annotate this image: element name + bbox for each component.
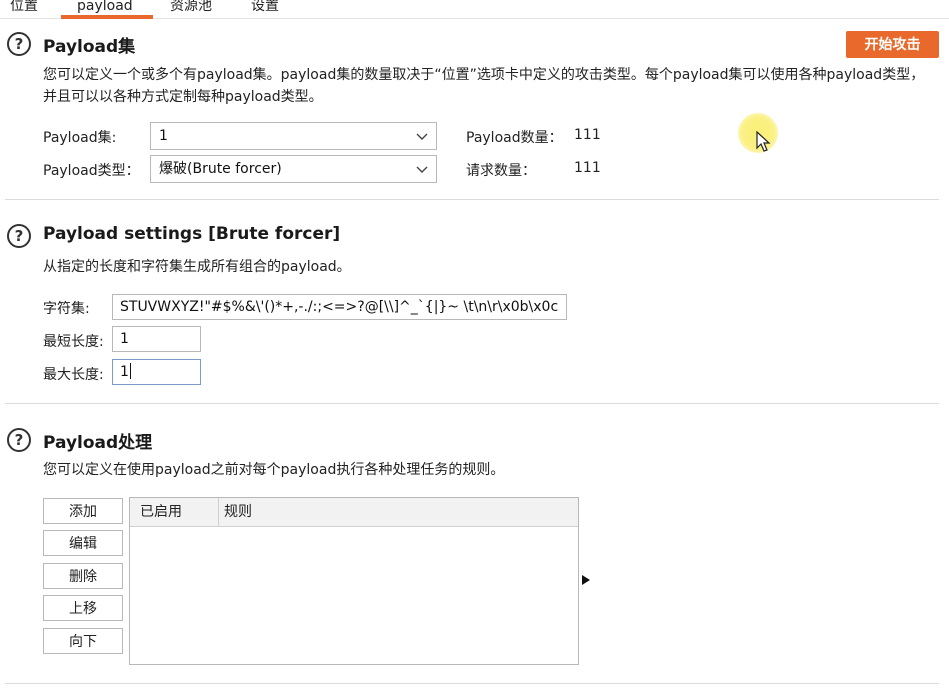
payload-sets-title: Payload集 (43, 37, 136, 57)
payload-set-label: Payload集: (43, 130, 117, 146)
tab-bar: 位置 payload 资源池 设置 (0, 0, 949, 19)
payload-count-value: 111 (574, 127, 601, 143)
payload-processing-description: 您可以定义在使用payload之前对每个payload执行各种处理任务的规则。 (43, 462, 505, 478)
tab-resource-pool[interactable]: 资源池 (170, 0, 212, 17)
payload-type-label: Payload类型： (43, 163, 140, 179)
section-divider (5, 683, 939, 684)
start-attack-button[interactable]: 开始攻击 (846, 31, 939, 58)
payload-set-select[interactable]: 1 (150, 122, 437, 150)
expand-arrow-icon[interactable] (582, 575, 590, 585)
payload-count-label: Payload数量： (466, 130, 563, 146)
payload-type-select[interactable]: 爆破(Brute forcer) (150, 155, 437, 183)
table-header: 已启用 规则 (130, 498, 578, 527)
payload-settings-title: Payload settings [Brute forcer] (43, 224, 341, 244)
column-enabled[interactable]: 已启用 (140, 498, 182, 527)
active-tab-indicator (61, 15, 153, 19)
charset-input[interactable]: STUVWXYZ!"#$%&\'()*+,-./:;<=>?@[\\]^_`{|… (112, 294, 567, 320)
request-count-label: 请求数量： (466, 163, 536, 179)
move-down-button[interactable]: 向下 (43, 628, 123, 654)
min-length-input[interactable]: 1 (112, 326, 201, 352)
help-icon[interactable]: ? (7, 428, 31, 452)
help-icon[interactable]: ? (7, 32, 31, 56)
payload-processing-title: Payload处理 (43, 433, 153, 453)
remove-rule-button[interactable]: 删除 (43, 563, 123, 589)
processing-rules-table[interactable]: 已启用 规则 (129, 497, 579, 665)
max-length-input[interactable]: 1 (112, 359, 201, 385)
column-separator (218, 498, 219, 527)
payload-settings-description: 从指定的长度和字符集生成所有组合的payload。 (43, 259, 351, 275)
mouse-pointer-icon (756, 131, 771, 152)
chevron-down-icon (416, 133, 428, 140)
payload-sets-description: 您可以定义一个或多个有payload集。payload集的数量取决于“位置”选项… (43, 67, 925, 105)
move-up-button[interactable]: 上移 (43, 595, 123, 621)
help-icon[interactable]: ? (7, 224, 31, 248)
column-rule[interactable]: 规则 (224, 498, 252, 527)
request-count-value: 111 (574, 160, 601, 176)
section-divider (5, 199, 939, 200)
tab-settings[interactable]: 设置 (251, 0, 279, 17)
add-rule-button[interactable]: 添加 (43, 498, 123, 524)
max-length-label: 最大长度: (43, 367, 104, 383)
text-caret (129, 363, 131, 379)
chevron-down-icon (416, 166, 428, 173)
min-length-label: 最短长度: (43, 334, 104, 350)
max-length-value: 1 (120, 364, 129, 380)
tab-positions[interactable]: 位置 (10, 0, 38, 17)
charset-label: 字符集: (43, 301, 90, 317)
edit-rule-button[interactable]: 编辑 (43, 530, 123, 556)
payload-type-value: 爆破(Brute forcer) (159, 161, 282, 177)
section-divider (5, 403, 939, 404)
payload-set-value: 1 (159, 128, 168, 144)
